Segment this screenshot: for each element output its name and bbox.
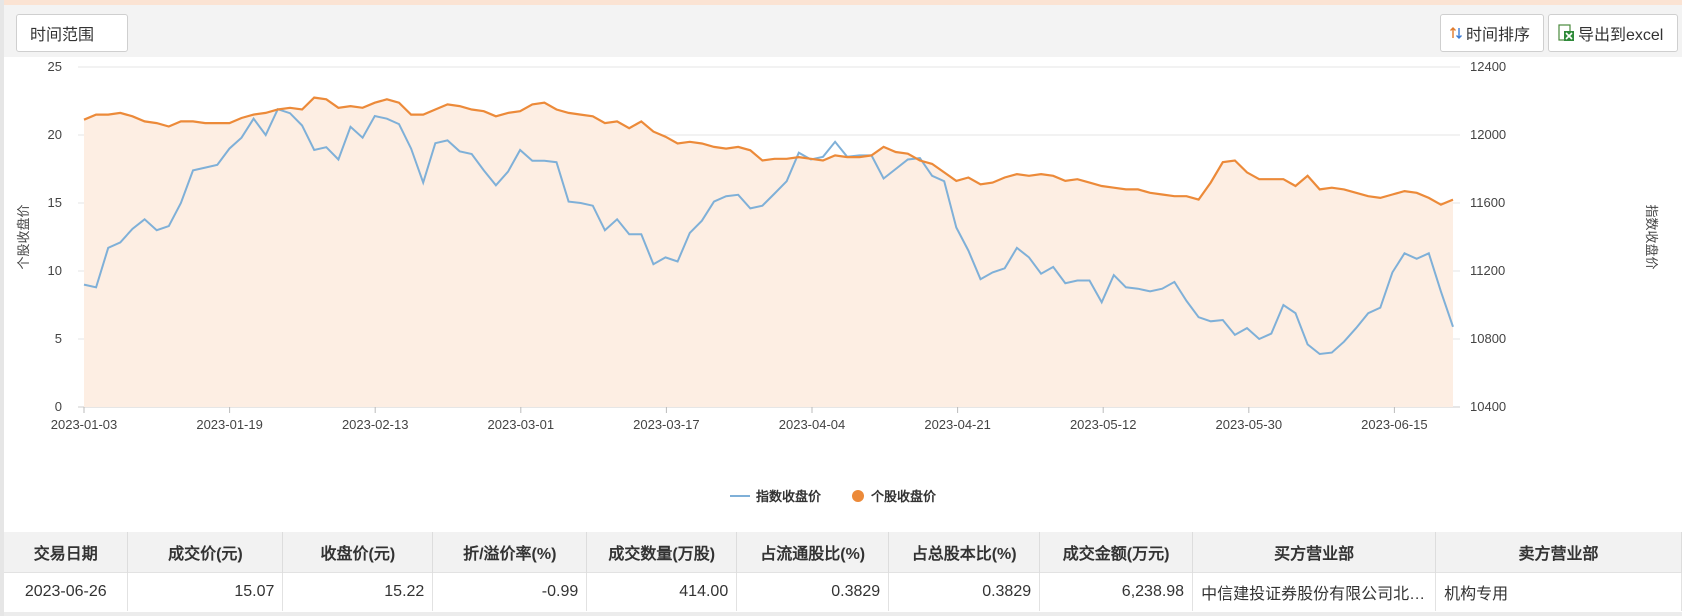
time-sort-button[interactable]: 时间排序 [1440,14,1544,52]
column-header[interactable]: 交易日期 [4,532,129,573]
left-axis-tick: 15 [48,195,62,210]
left-axis-tick: 5 [55,331,62,346]
column-header[interactable]: 买方营业部 [1192,532,1437,573]
chart-legend: 指数收盘价 个股收盘价 [0,486,1682,508]
x-axis-tick: 2023-04-21 [924,417,991,432]
stock-area-fill [84,97,1453,407]
left-axis-title: 个股收盘价 [16,204,31,269]
x-axis-tick: 2023-01-19 [196,417,263,432]
legend-label-index: 指数收盘价 [756,489,822,504]
legend-label-stock: 个股收盘价 [871,489,937,504]
time-range-button[interactable]: 时间范围 [16,14,128,52]
column-header[interactable]: 成交金额(万元) [1039,532,1194,573]
right-axis-tick: 10400 [1470,399,1506,414]
time-sort-label: 时间排序 [1466,27,1531,44]
cell-amount: 6,238.98 [1039,572,1194,611]
column-header[interactable]: 收盘价(元) [282,532,434,573]
table-header-row: 交易日期 成交价(元) 收盘价(元) 折/溢价率(%) 成交数量(万股) 占流通… [4,532,1682,573]
x-axis-tick: 2023-01-03 [51,417,118,432]
cell-trade-price: 15.07 [127,572,284,611]
right-axis-tick: 12000 [1470,127,1506,142]
left-axis-tick: 20 [48,127,62,142]
time-range-label: 时间范围 [30,27,95,44]
right-axis-tick: 11200 [1470,263,1505,278]
cell-trade-date: 2023-06-26 [4,572,129,611]
column-header[interactable]: 占总股本比(%) [888,532,1041,573]
x-axis-tick: 2023-04-04 [779,417,846,432]
legend-item-stock[interactable]: 个股收盘价 [852,486,936,505]
cell-premium-rate: -0.99 [432,572,588,611]
right-axis-tick: 12400 [1470,59,1506,74]
table-next-row-strip [4,612,1682,616]
right-axis-tick: 10800 [1470,331,1506,346]
column-header[interactable]: 折/溢价率(%) [432,532,588,573]
right-axis-tick: 11600 [1470,195,1505,210]
legend-line-swatch [730,494,750,497]
block-trade-table: 交易日期 成交价(元) 收盘价(元) 折/溢价率(%) 成交数量(万股) 占流通… [4,532,1682,611]
legend-item-index[interactable]: 指数收盘价 [730,486,821,505]
export-excel-label: 导出到excel [1578,27,1664,44]
cell-volume: 414.00 [586,572,738,611]
x-axis-tick: 2023-06-15 [1361,417,1428,432]
price-chart: 25 12400 20 12000 15 11600 10 11200 5 10800 0 10400… [16,59,1659,432]
x-axis-tick: 2023-03-17 [633,417,700,432]
table-row[interactable]: 2023-06-26 15.07 15.22 -0.99 414.00 0.38… [4,572,1682,611]
cell-buyer: 中信建投证券股份有限公司北… [1192,572,1437,611]
x-axis-tick: 2023-03-01 [488,417,555,432]
cell-float-ratio: 0.3829 [736,572,890,611]
sort-arrows-icon [1450,27,1462,39]
x-axis-tick: 2023-05-12 [1070,417,1137,432]
column-header[interactable]: 占流通股比(%) [736,532,890,573]
legend-dot-swatch [852,489,864,502]
x-axis-tick: 2023-02-13 [342,417,409,432]
x-axis-tick: 2023-05-30 [1216,417,1283,432]
column-header[interactable]: 成交数量(万股) [586,532,738,573]
excel-icon [1558,24,1574,41]
export-excel-button[interactable]: 导出到excel [1548,14,1678,52]
left-axis-tick: 10 [48,263,62,278]
column-header[interactable]: 卖方营业部 [1435,532,1682,573]
cell-seller: 机构专用 [1435,572,1682,611]
cell-total-ratio: 0.3829 [888,572,1041,611]
toolbar [4,5,1682,57]
left-axis-tick: 25 [48,59,62,74]
cell-close-price: 15.22 [282,572,434,611]
left-axis-tick: 0 [55,399,62,414]
right-axis-title: 指数收盘价 [1644,204,1659,269]
column-header[interactable]: 成交价(元) [127,532,284,573]
